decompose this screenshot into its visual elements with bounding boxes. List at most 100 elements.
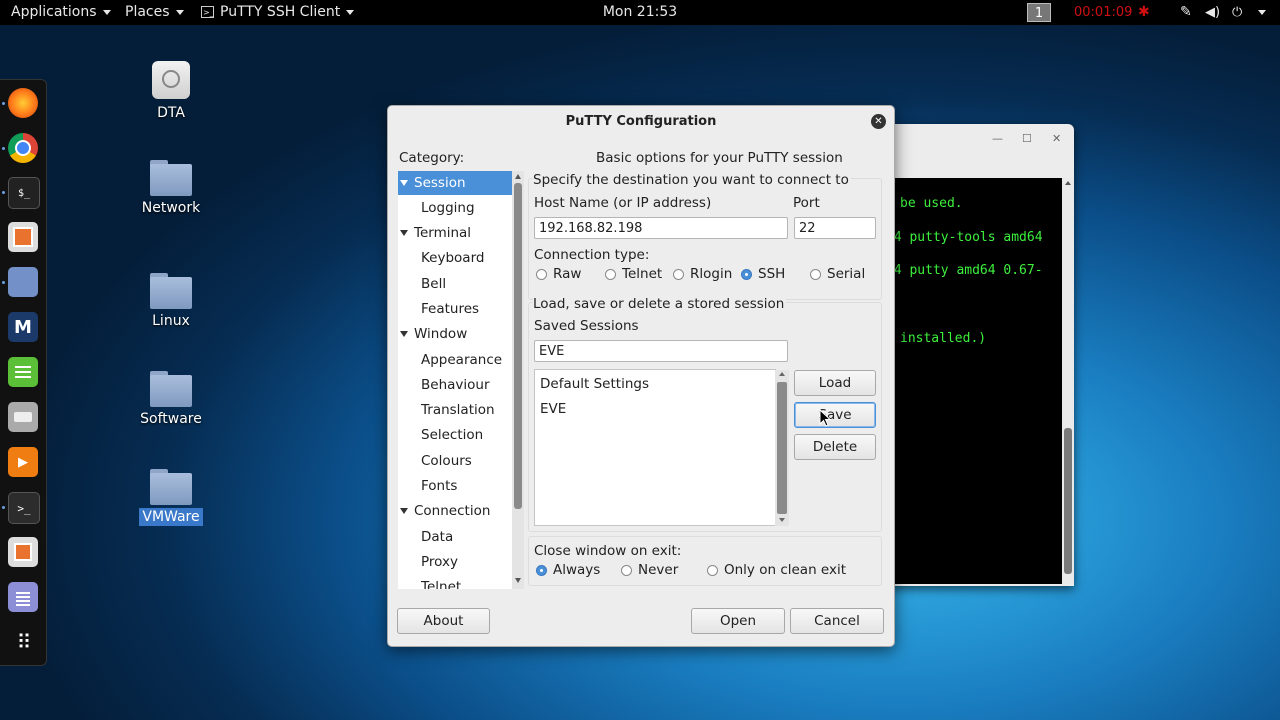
list-item[interactable]: Default Settings xyxy=(540,376,649,392)
desktop-icon-software[interactable]: Software xyxy=(131,371,211,427)
sessions-list[interactable]: Default Settings EVE xyxy=(534,369,776,526)
radio-ssh[interactable]: SSH xyxy=(741,265,785,283)
scrollbar-thumb[interactable] xyxy=(777,382,787,514)
disk-icon xyxy=(152,61,190,99)
power-icon[interactable]: ⏻ xyxy=(1232,0,1242,25)
radio-button[interactable] xyxy=(621,565,632,576)
tree-item-appearance[interactable]: Appearance xyxy=(421,348,502,372)
radio-never[interactable]: Never xyxy=(621,561,678,579)
scrollbar-thumb[interactable] xyxy=(514,183,522,509)
system-menu[interactable] xyxy=(1252,0,1266,25)
show-apps-icon[interactable]: ⠿ xyxy=(8,627,38,657)
tree-item-proxy[interactable]: Proxy xyxy=(421,550,458,574)
tree-item-label: Session xyxy=(414,175,466,191)
desktop-icon-linux[interactable]: Linux xyxy=(131,273,211,329)
record-icon[interactable]: ✱ xyxy=(1138,0,1150,25)
vm-icon[interactable] xyxy=(8,537,38,567)
close-icon[interactable]: ✕ xyxy=(871,114,886,129)
files-icon[interactable] xyxy=(8,267,38,297)
tree-item-logging[interactable]: Logging xyxy=(421,196,475,220)
desktop-icon-vmware[interactable]: VMWare xyxy=(131,469,211,526)
firefox-icon[interactable] xyxy=(8,88,38,118)
desktop-icon-label: Network xyxy=(141,200,201,216)
tree-item-translation[interactable]: Translation xyxy=(421,398,495,422)
radio-button[interactable] xyxy=(536,269,547,280)
scroll-down-icon[interactable] xyxy=(779,518,785,522)
tree-item-behaviour[interactable]: Behaviour xyxy=(421,373,490,397)
terminal-icon[interactable]: $_ xyxy=(8,177,40,209)
keyboard-icon[interactable] xyxy=(8,402,38,432)
tree-item-fonts[interactable]: Fonts xyxy=(421,474,457,498)
tree-item-bell[interactable]: Bell xyxy=(421,272,446,296)
open-button[interactable]: Open xyxy=(691,608,785,634)
tree-item-colours[interactable]: Colours xyxy=(421,449,472,473)
expand-icon xyxy=(400,331,408,337)
radio-button-selected[interactable] xyxy=(536,565,547,576)
top-bar: Applications Places >_ PuTTY SSH Client M… xyxy=(0,0,1280,25)
maximize-icon[interactable]: ☐ xyxy=(1022,132,1032,145)
scroll-up-icon[interactable] xyxy=(1065,181,1071,185)
list-item[interactable]: EVE xyxy=(540,401,566,417)
scrollbar-thumb[interactable] xyxy=(1064,428,1072,574)
list-scrollbar[interactable] xyxy=(775,370,789,526)
radio-raw[interactable]: Raw xyxy=(536,265,581,283)
desktop-icon-label: Software xyxy=(140,411,202,427)
radio-only-clean-exit[interactable]: Only on clean exit xyxy=(707,561,846,579)
load-button[interactable]: Load xyxy=(794,370,876,396)
minimize-icon[interactable]: — xyxy=(992,132,1003,145)
radio-button[interactable] xyxy=(810,269,821,280)
radio-button[interactable] xyxy=(707,565,718,576)
radio-always[interactable]: Always xyxy=(536,561,600,579)
chrome-icon[interactable] xyxy=(8,133,38,163)
desktop-icon-dta[interactable]: DTA xyxy=(131,61,211,121)
scroll-down-icon[interactable] xyxy=(515,578,521,583)
radio-rlogin[interactable]: Rlogin xyxy=(673,265,732,283)
tree-item-terminal[interactable]: Terminal xyxy=(400,221,471,245)
delete-button[interactable]: Delete xyxy=(794,434,876,460)
close-icon[interactable]: ✕ xyxy=(1052,132,1061,145)
radio-serial[interactable]: Serial xyxy=(810,265,865,283)
media-player-icon[interactable]: ▶ xyxy=(8,447,38,477)
tree-item-label: Terminal xyxy=(414,225,472,241)
save-button[interactable]: Save xyxy=(794,402,876,428)
host-name-input[interactable] xyxy=(534,217,788,239)
tree-item-keyboard[interactable]: Keyboard xyxy=(421,246,484,270)
metasploit-icon[interactable]: M xyxy=(8,312,38,342)
category-tree[interactable]: Session Logging Terminal Keyboard Bell F… xyxy=(398,171,524,589)
radio-button[interactable] xyxy=(673,269,684,280)
pen-icon[interactable]: ✎ xyxy=(1180,0,1192,25)
tree-item-window[interactable]: Window xyxy=(400,322,467,346)
scroll-up-icon[interactable] xyxy=(779,372,785,376)
radio-label: Only on clean exit xyxy=(724,562,847,578)
radio-label: SSH xyxy=(758,266,786,282)
tree-scrollbar[interactable] xyxy=(512,171,524,589)
volume-icon[interactable]: ◀) xyxy=(1205,0,1220,25)
panel-header: Basic options for your PuTTY session xyxy=(596,150,843,166)
text-editor-icon[interactable] xyxy=(8,582,38,612)
tree-item-connection[interactable]: Connection xyxy=(400,499,490,523)
tree-item-session[interactable]: Session xyxy=(398,171,512,195)
cancel-button[interactable]: Cancel xyxy=(790,608,884,634)
scroll-up-icon[interactable] xyxy=(515,174,521,179)
notes-icon[interactable] xyxy=(8,357,38,387)
radio-button[interactable] xyxy=(605,269,616,280)
saved-session-input[interactable] xyxy=(534,340,788,362)
radio-telnet[interactable]: Telnet xyxy=(605,265,662,283)
about-button[interactable]: About xyxy=(397,608,490,634)
terminal-active-icon[interactable]: >_ xyxy=(8,492,40,524)
folder-icon xyxy=(150,273,192,309)
terminal-scrollbar[interactable] xyxy=(1062,178,1074,584)
tree-item-selection[interactable]: Selection xyxy=(421,423,483,447)
radio-button-selected[interactable] xyxy=(741,269,752,280)
port-input[interactable] xyxy=(794,217,876,239)
tree-item-telnet[interactable]: Telnet xyxy=(421,575,461,589)
workspace-indicator[interactable]: 1 xyxy=(1027,3,1051,22)
desktop-icon-network[interactable]: Network xyxy=(131,160,211,216)
terminal-output[interactable]: be used. 64 putty-tools amd64 64 putty a… xyxy=(888,178,1062,584)
tree-item-features[interactable]: Features xyxy=(421,297,479,321)
terminal-window[interactable]: — ☐ ✕ be used. 64 putty-tools amd64 64 p… xyxy=(888,124,1074,586)
expand-icon xyxy=(400,508,408,514)
tree-item-data[interactable]: Data xyxy=(421,525,453,549)
app-icon[interactable] xyxy=(8,222,38,252)
terminal-line: 64 putty-tools amd64 xyxy=(888,230,1043,245)
